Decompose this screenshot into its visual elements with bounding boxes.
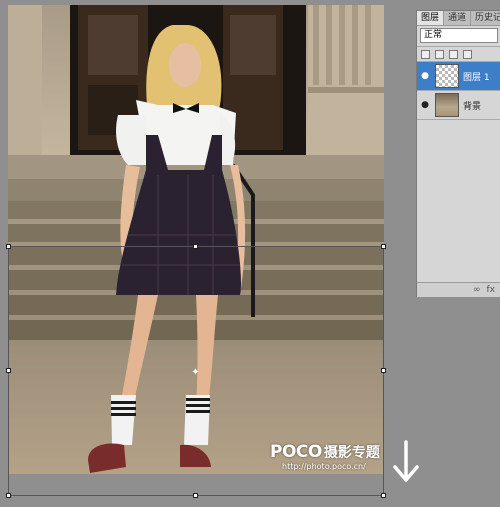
layer-name: 背景: [463, 101, 482, 112]
panel-tabs: 图层 通道 历史记: [417, 11, 500, 26]
eye-icon[interactable]: ●: [417, 100, 433, 110]
tab-history[interactable]: 历史记: [471, 11, 500, 25]
layer-name: 图层 1: [463, 72, 490, 83]
transform-handle-top-right[interactable]: [381, 244, 386, 249]
panel-footer: ∞ fx: [417, 282, 500, 297]
layer-row-layer1[interactable]: ● 图层 1: [417, 62, 500, 91]
photo-layer[interactable]: POCO 摄影专题 http://photo.poco.cn/: [8, 5, 384, 474]
transform-handle-left[interactable]: [6, 368, 11, 373]
fx-button[interactable]: fx: [487, 285, 496, 295]
lock-all-icon[interactable]: [463, 49, 472, 59]
transform-handle-bottom[interactable]: [193, 493, 198, 498]
blend-mode-select[interactable]: 正常: [420, 28, 498, 43]
transform-handle-top-left[interactable]: [6, 244, 11, 249]
arrow-down-icon: [393, 440, 419, 482]
transform-handle-bottom-left[interactable]: [6, 493, 11, 498]
transform-handle-right[interactable]: [381, 368, 386, 373]
tab-layers[interactable]: 图层: [417, 11, 445, 25]
tab-channels[interactable]: 通道: [444, 11, 472, 25]
layer-thumbnail: [435, 64, 459, 88]
photo-illustration: [8, 5, 384, 474]
watermark-url: http://photo.poco.cn/: [282, 462, 366, 471]
transform-handle-top[interactable]: [193, 244, 198, 249]
layer-row-background[interactable]: ● 背景: [417, 91, 500, 120]
layer-thumbnail: [435, 93, 459, 117]
layers-panel: 图层 通道 历史记 正常 ● 图层 1 ● 背景 ∞ fx: [416, 10, 500, 297]
lock-row: [417, 47, 500, 62]
watermark-title: 摄影专题: [323, 445, 380, 461]
lock-pixels-icon[interactable]: [435, 49, 444, 59]
transform-handle-bottom-right[interactable]: [381, 493, 386, 498]
lock-transparency-icon[interactable]: [421, 49, 430, 59]
lock-position-icon[interactable]: [449, 49, 458, 59]
transform-center-point[interactable]: ✦: [191, 368, 200, 378]
watermark-logo: POCO: [270, 442, 322, 462]
link-icon[interactable]: ∞: [473, 285, 481, 295]
blend-mode-row: 正常: [417, 26, 500, 47]
eye-icon[interactable]: ●: [417, 71, 433, 81]
watermark: POCO 摄影专题 http://photo.poco.cn/: [270, 442, 380, 471]
